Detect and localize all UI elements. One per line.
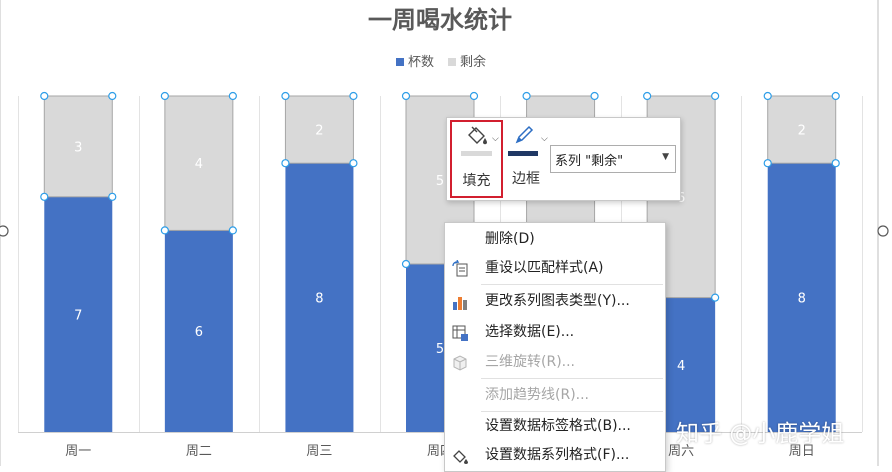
selection-handle[interactable]	[349, 159, 358, 168]
format-mini-toolbar: ⌵ 填充 ⌵ 边框 系列 "剩余" ▼	[446, 117, 681, 201]
menu-item-select-data[interactable]: 选择数据(E)...	[445, 318, 665, 347]
bar-chart-icon	[453, 297, 467, 310]
reset-style-icon	[452, 260, 468, 277]
chevron-down-icon: ▼	[662, 152, 669, 162]
border-button[interactable]: ⌵ 边框	[505, 122, 548, 196]
paint-bucket-icon	[468, 126, 487, 145]
selection-handle[interactable]	[590, 91, 599, 101]
selection-handle[interactable]	[228, 91, 237, 101]
data-label-cups-7[interactable]: 8	[798, 292, 806, 307]
menu-item-label: 添加趋势线(R)...	[485, 387, 590, 403]
selection-handle[interactable]	[469, 91, 479, 101]
menu-separator	[481, 284, 663, 285]
selection-handle[interactable]	[160, 226, 169, 235]
selection-handle[interactable]	[401, 259, 411, 269]
menu-item-add-trendline: 添加趋势线(R)...	[445, 381, 665, 410]
menu-item-3d-rotation: 三维旋转(R)...	[445, 348, 665, 377]
x-tick-label-3: 周三	[306, 444, 332, 459]
selection-handle[interactable]	[228, 226, 237, 235]
data-label-cups-1[interactable]: 7	[74, 308, 82, 323]
selection-handle[interactable]	[349, 91, 358, 101]
chart-element-selector[interactable]: 系列 "剩余" ▼	[550, 145, 676, 173]
x-tick-label-2: 周二	[186, 444, 212, 459]
data-label-cups-2[interactable]: 6	[195, 325, 203, 340]
selection-handle[interactable]	[40, 91, 49, 101]
legend-label-cups[interactable]: 杯数	[408, 55, 434, 70]
legend-swatch-cups	[396, 58, 404, 66]
menu-item-change-chart-type[interactable]: 更改系列图表类型(Y)...	[445, 287, 665, 316]
fill-label: 填充	[462, 173, 491, 189]
fill-color-swatch	[461, 151, 492, 156]
selection-handle[interactable]	[401, 91, 411, 101]
selection-handle[interactable]	[281, 159, 290, 168]
format-series-icon	[453, 450, 468, 464]
selection-handle[interactable]	[108, 192, 117, 201]
fill-button[interactable]: ⌵ 填充	[450, 120, 503, 198]
selection-handle[interactable]	[763, 159, 772, 168]
3d-rotation-icon	[453, 355, 467, 371]
border-color-swatch	[508, 151, 538, 156]
selection-handle[interactable]	[643, 91, 652, 101]
selection-handle[interactable]	[40, 192, 49, 201]
bar-series-group[interactable]: 73648255644682	[43, 95, 837, 432]
data-label-cups-3[interactable]: 8	[315, 292, 323, 307]
menu-item-label: 更改系列图表类型(Y)...	[485, 293, 630, 309]
selection-handle[interactable]	[711, 293, 720, 302]
selection-handle[interactable]	[108, 91, 117, 101]
series-selector-label: 系列 "剩余"	[555, 154, 624, 169]
data-label-cups-6[interactable]: 4	[677, 359, 685, 374]
menu-item-label: 选择数据(E)...	[485, 324, 575, 340]
chart-resize-handle-left[interactable]	[0, 225, 9, 237]
menu-item-delete[interactable]: 删除(D)	[445, 225, 665, 254]
data-label-remaining-4[interactable]: 5	[436, 174, 444, 189]
context-menu: 删除(D) 重设以匹配样式(A) 更改系列图表类型(Y)... 选择数据(E).…	[444, 222, 666, 472]
data-label-remaining-7[interactable]: 2	[798, 124, 806, 139]
x-tick-label-1: 周一	[65, 444, 91, 459]
menu-item-label: 删除(D)	[485, 231, 535, 247]
border-dropdown-chevron-icon[interactable]: ⌵	[541, 134, 548, 144]
selection-handle[interactable]	[522, 91, 531, 101]
menu-item-label: 重设以匹配样式(A)	[485, 260, 604, 276]
chart-resize-handle-right[interactable]	[877, 225, 889, 237]
selection-handle[interactable]	[831, 91, 840, 101]
watermark: 知乎 @小鹿学姐	[676, 421, 845, 447]
chart-title[interactable]: 一周喝水统计	[368, 6, 512, 34]
menu-separator	[481, 378, 663, 379]
data-label-cups-4[interactable]: 5	[436, 342, 444, 357]
pen-icon	[515, 125, 534, 144]
selection-handle[interactable]	[711, 91, 720, 101]
fill-dropdown-chevron-icon[interactable]: ⌵	[492, 134, 499, 144]
selection-handle[interactable]	[160, 91, 169, 101]
menu-item-label: 设置数据标签格式(B)...	[485, 418, 631, 434]
data-label-remaining-2[interactable]: 4	[195, 157, 203, 172]
select-data-icon	[452, 325, 468, 341]
data-label-remaining-3[interactable]: 2	[315, 124, 323, 139]
legend-swatch-remaining	[448, 58, 456, 66]
menu-item-reset-style[interactable]: 重设以匹配样式(A)	[445, 254, 665, 283]
selection-handle[interactable]	[281, 91, 290, 101]
selection-handle[interactable]	[831, 159, 840, 168]
menu-item-label: 三维旋转(R)...	[485, 354, 576, 370]
border-label: 边框	[512, 171, 540, 187]
data-label-remaining-1[interactable]: 3	[74, 140, 82, 155]
selection-handle[interactable]	[763, 91, 772, 101]
menu-item-format-data-labels[interactable]: 设置数据标签格式(B)...	[445, 412, 665, 441]
legend-label-remaining[interactable]: 剩余	[460, 54, 486, 70]
